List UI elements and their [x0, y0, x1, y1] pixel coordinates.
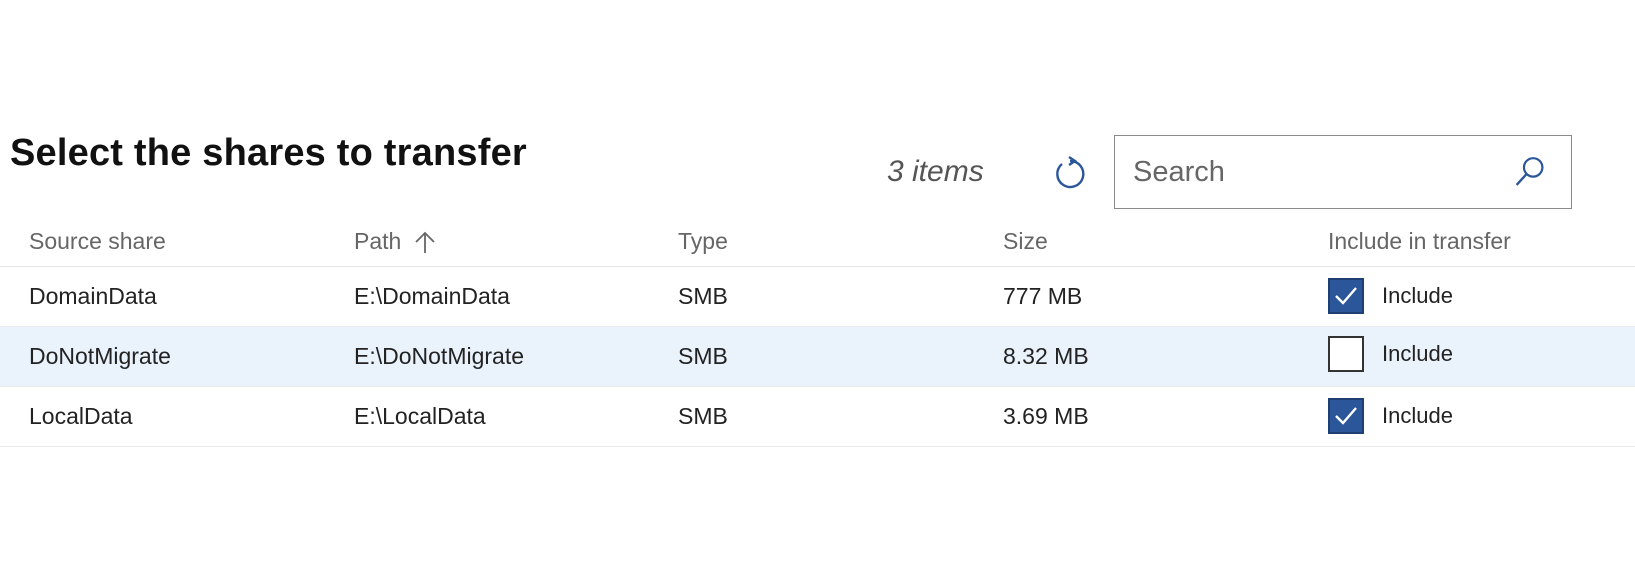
- checkmark-icon: [1335, 286, 1357, 305]
- refresh-icon: [1056, 156, 1085, 189]
- cell-size: 777 MB: [974, 266, 1299, 327]
- search-icon[interactable]: [1512, 153, 1547, 191]
- column-header-source-share[interactable]: Source share: [0, 216, 325, 267]
- cell-size: 3.69 MB: [974, 386, 1299, 447]
- checkbox-box[interactable]: [1328, 277, 1364, 314]
- cell-type: SMB: [649, 386, 974, 447]
- column-header-label: Type: [678, 227, 728, 254]
- column-header-include[interactable]: Include in transfer: [1299, 216, 1635, 267]
- include-checkbox[interactable]: Include: [1328, 277, 1453, 314]
- arrow-up-icon: [415, 232, 435, 254]
- cell-type: SMB: [649, 266, 974, 327]
- cell-type: SMB: [649, 326, 974, 387]
- table-row[interactable]: DoNotMigrate E:\DoNotMigrate SMB 8.32 MB…: [0, 326, 1635, 387]
- table-header-row: Source share Path Type Size Include in t…: [0, 216, 1635, 267]
- search-box[interactable]: [1114, 135, 1572, 209]
- table-row[interactable]: LocalData E:\LocalData SMB 3.69 MB Inclu…: [0, 386, 1635, 447]
- checkbox-box[interactable]: [1328, 397, 1364, 434]
- column-header-label: Path: [354, 227, 402, 254]
- checkbox-box[interactable]: [1328, 335, 1364, 372]
- cell-path: E:\DomainData: [325, 266, 649, 327]
- table-row[interactable]: DomainData E:\DomainData SMB 777 MB Incl…: [0, 266, 1635, 327]
- column-header-label: Size: [1003, 227, 1048, 254]
- column-header-size[interactable]: Size: [974, 216, 1299, 267]
- column-header-label: Source share: [29, 227, 166, 254]
- include-label: Include: [1382, 340, 1453, 366]
- include-checkbox[interactable]: Include: [1328, 335, 1453, 372]
- cell-path: E:\LocalData: [325, 386, 649, 447]
- cell-source-share: DomainData: [0, 266, 325, 327]
- include-label: Include: [1382, 402, 1453, 428]
- column-header-type[interactable]: Type: [649, 216, 974, 267]
- page-title: Select the shares to transfer: [10, 132, 527, 174]
- shares-table: Source share Path Type Size Include in t…: [0, 216, 1635, 447]
- cell-size: 8.32 MB: [974, 326, 1299, 387]
- cell-include: Include: [1299, 386, 1635, 447]
- include-checkbox[interactable]: Include: [1328, 397, 1453, 434]
- item-count: 3 items: [887, 155, 984, 188]
- search-input[interactable]: [1131, 141, 1512, 203]
- checkmark-icon: [1335, 406, 1357, 425]
- column-header-path[interactable]: Path: [325, 216, 649, 267]
- cell-include: Include: [1299, 326, 1635, 387]
- refresh-button[interactable]: [1052, 156, 1088, 192]
- cell-include: Include: [1299, 266, 1635, 327]
- include-label: Include: [1382, 282, 1453, 308]
- column-header-label: Include in transfer: [1328, 227, 1511, 254]
- cell-source-share: LocalData: [0, 386, 325, 447]
- cell-source-share: DoNotMigrate: [0, 326, 325, 387]
- cell-path: E:\DoNotMigrate: [325, 326, 649, 387]
